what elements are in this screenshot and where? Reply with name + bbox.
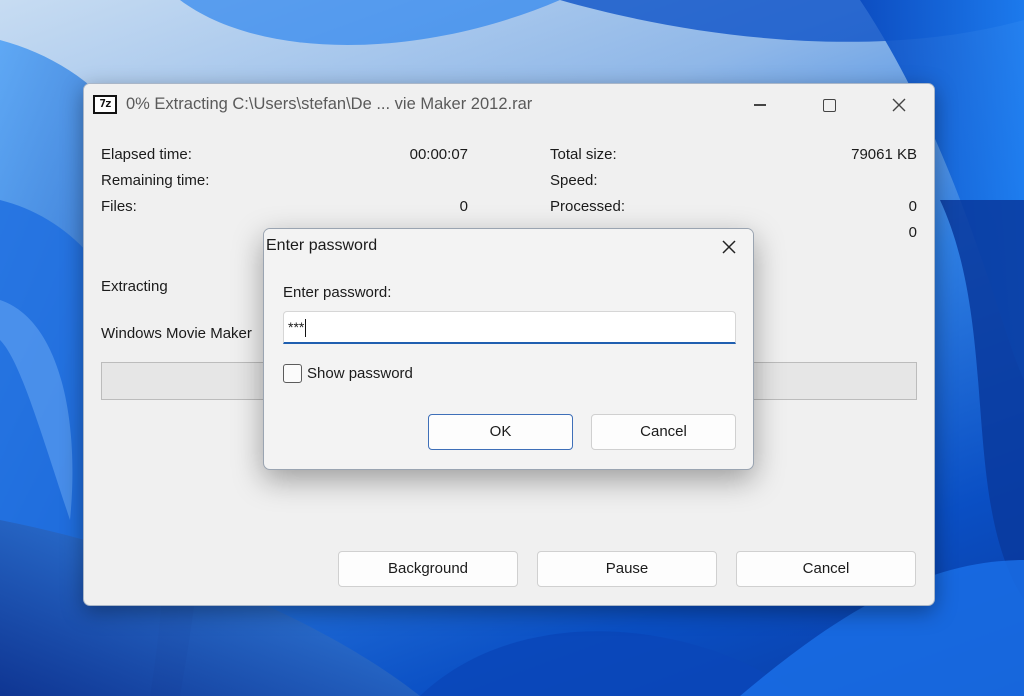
minimize-icon[interactable] bbox=[737, 84, 783, 126]
dialog-title: Enter password bbox=[266, 237, 378, 254]
ok-button[interactable]: OK bbox=[428, 414, 573, 450]
speed-label: Speed: bbox=[550, 172, 598, 189]
text-caret bbox=[305, 319, 307, 338]
elapsed-time-label: Elapsed time: bbox=[101, 146, 192, 163]
cancel-extraction-button[interactable]: Cancel bbox=[736, 551, 916, 587]
pause-button[interactable]: Pause bbox=[537, 551, 717, 587]
files-label: Files: bbox=[101, 198, 137, 215]
password-input[interactable]: *** bbox=[283, 311, 736, 344]
current-file-name: Windows Movie Maker bbox=[101, 325, 252, 342]
password-value: *** bbox=[288, 319, 305, 335]
total-size-label: Total size: bbox=[550, 146, 617, 163]
password-dialog: Enter password Enter password: *** Show … bbox=[263, 228, 754, 470]
close-icon[interactable] bbox=[876, 84, 922, 126]
window-title: 0% Extracting C:\Users\stefan\De ... vie… bbox=[126, 95, 533, 113]
cancel-button[interactable]: Cancel bbox=[591, 414, 736, 450]
window-titlebar[interactable]: 7z 0% Extracting C:\Users\stefan\De ... … bbox=[84, 84, 934, 126]
compression-ratio-value: 0 bbox=[908, 224, 917, 241]
processed-value: 0 bbox=[908, 198, 917, 215]
background-button[interactable]: Background bbox=[338, 551, 518, 587]
maximize-icon[interactable] bbox=[806, 84, 852, 126]
status-text: Extracting bbox=[101, 278, 168, 295]
close-icon[interactable] bbox=[705, 229, 753, 265]
files-value: 0 bbox=[459, 198, 468, 215]
processed-label: Processed: bbox=[550, 198, 626, 215]
dialog-titlebar[interactable]: Enter password bbox=[264, 229, 753, 265]
remaining-time-label: Remaining time: bbox=[101, 172, 210, 189]
elapsed-time-value: 00:00:07 bbox=[409, 146, 468, 163]
show-password-label[interactable]: Show password bbox=[307, 365, 413, 382]
password-label: Enter password: bbox=[283, 284, 392, 301]
7zip-icon: 7z bbox=[93, 95, 117, 114]
show-password-checkbox[interactable] bbox=[283, 364, 302, 383]
total-size-value: 79061 KB bbox=[851, 146, 917, 163]
